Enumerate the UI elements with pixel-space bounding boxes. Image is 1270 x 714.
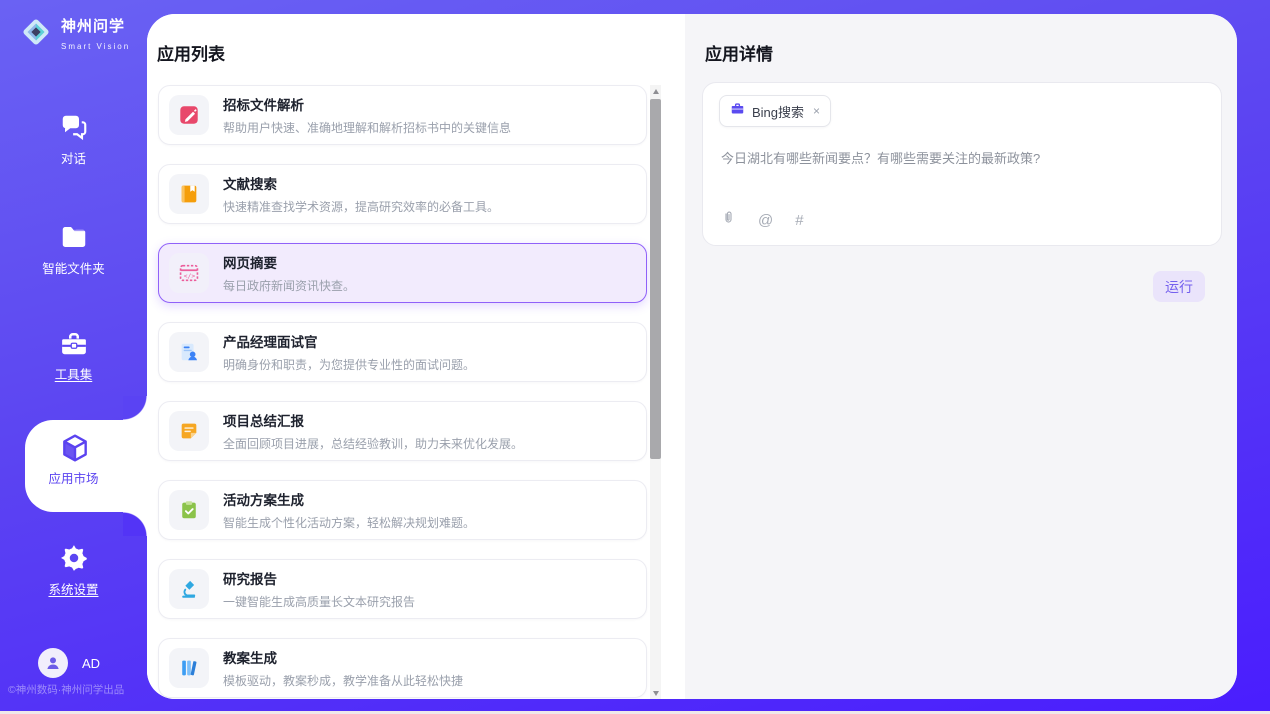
app-card-description: 一键智能生成高质量长文本研究报告 bbox=[223, 593, 415, 610]
app-card-title: 项目总结汇报 bbox=[223, 410, 523, 430]
query-composer[interactable]: Bing搜索 × 今日湖北有哪些新闻要点？有哪些需要关注的最新政策? @ # bbox=[702, 82, 1222, 246]
sidebar-item-label: 对话 bbox=[61, 152, 86, 166]
note-icon bbox=[169, 411, 209, 451]
briefcase-icon bbox=[730, 101, 745, 121]
app-list-panel: 应用列表 招标文件解析 帮助用户快速、准确地理解和解析招标书中的关键信息 bbox=[147, 14, 685, 699]
composer-toolbar: @ # bbox=[721, 209, 804, 231]
sidebar-item-label: 工具集 bbox=[55, 368, 93, 382]
app-card-description: 快速精准查找学术资源，提高研究效率的必备工具。 bbox=[223, 198, 499, 215]
app-card-title: 活动方案生成 bbox=[223, 489, 475, 509]
main-content: 应用列表 招标文件解析 帮助用户快速、准确地理解和解析招标书中的关键信息 bbox=[147, 14, 1237, 699]
sidebar-item-smart-folder[interactable]: 智能文件夹 bbox=[0, 222, 147, 278]
app-card-list: 招标文件解析 帮助用户快速、准确地理解和解析招标书中的关键信息 文献搜索 快速精… bbox=[158, 85, 647, 699]
user-avatar-icon bbox=[38, 648, 68, 678]
tool-tag-bing-search[interactable]: Bing搜索 × bbox=[719, 95, 831, 127]
footer-copyright: ©神州数码·神州问学出品 bbox=[8, 682, 124, 697]
query-input[interactable]: 今日湖北有哪些新闻要点？有哪些需要关注的最新政策? bbox=[721, 149, 1201, 169]
toolbox-icon bbox=[59, 328, 89, 358]
brand-logo: 神州问学 Smart Vision bbox=[18, 14, 130, 55]
brand-name: 神州问学 bbox=[61, 18, 125, 35]
gear-icon bbox=[59, 543, 89, 573]
app-card-description: 模板驱动，教案秒成，教学准备从此轻松快捷 bbox=[223, 672, 463, 689]
scrollbar-thumb[interactable] bbox=[650, 99, 661, 459]
sidebar-item-chat[interactable]: 对话 bbox=[0, 112, 147, 168]
app-card-title: 产品经理面试官 bbox=[223, 331, 475, 351]
sidebar: 神州问学 Smart Vision 对话 智能文件夹 bbox=[0, 0, 147, 714]
sidebar-item-label: 应用市场 bbox=[48, 472, 98, 486]
sidebar-item-label: 系统设置 bbox=[48, 583, 98, 597]
scrollbar-down-arrow[interactable] bbox=[650, 687, 661, 699]
app-card-description: 明确身份和职责，为您提供专业性的面试问题。 bbox=[223, 356, 475, 373]
sidebar-item-toolset[interactable]: 工具集 bbox=[0, 328, 147, 384]
app-list-title: 应用列表 bbox=[157, 40, 225, 65]
paperclip-icon[interactable] bbox=[721, 209, 736, 231]
brand-subtitle: Smart Vision bbox=[61, 42, 130, 51]
app-card-title: 网页摘要 bbox=[223, 252, 355, 272]
app-card-web-summary[interactable]: </> 网页摘要 每日政府新闻资讯快查。 bbox=[158, 243, 647, 303]
app-card-title: 文献搜索 bbox=[223, 173, 499, 193]
app-card-pm-interviewer[interactable]: 产品经理面试官 明确身份和职责，为您提供专业性的面试问题。 bbox=[158, 322, 647, 382]
app-card-bid-parsing[interactable]: 招标文件解析 帮助用户快速、准确地理解和解析招标书中的关键信息 bbox=[158, 85, 647, 145]
books-icon bbox=[169, 648, 209, 688]
pen-square-icon bbox=[169, 95, 209, 135]
tool-tag-close-icon[interactable]: × bbox=[813, 104, 820, 118]
at-icon[interactable]: @ bbox=[758, 212, 773, 229]
app-card-research-report[interactable]: 研究报告 一键智能生成高质量长文本研究报告 bbox=[158, 559, 647, 619]
tool-tag-label: Bing搜索 bbox=[752, 102, 804, 121]
app-detail-panel: 应用详情 Bing搜索 × 今日湖北有哪些新闻要点？有哪些需要关注的最新政策? bbox=[685, 14, 1237, 699]
diamond-logo-icon bbox=[18, 14, 54, 55]
run-button[interactable]: 运行 bbox=[1153, 271, 1205, 302]
app-card-description: 每日政府新闻资讯快查。 bbox=[223, 277, 355, 294]
user-account[interactable]: AD bbox=[38, 648, 100, 678]
sidebar-item-app-market[interactable]: 应用市场 bbox=[0, 432, 147, 488]
brand-text: 神州问学 Smart Vision bbox=[61, 15, 130, 54]
clipboard-check-icon bbox=[169, 490, 209, 530]
sidebar-item-settings[interactable]: 系统设置 bbox=[0, 543, 147, 599]
app-card-project-summary[interactable]: 项目总结汇报 全面回顾项目进展，总结经验教训，助力未来优化发展。 bbox=[158, 401, 647, 461]
app-card-description: 帮助用户快速、准确地理解和解析招标书中的关键信息 bbox=[223, 119, 511, 136]
app-card-title: 招标文件解析 bbox=[223, 94, 511, 114]
scrollbar-up-arrow[interactable] bbox=[650, 85, 661, 97]
cube-icon bbox=[59, 432, 89, 462]
sidebar-item-label: 智能文件夹 bbox=[42, 262, 105, 276]
bubble-notch-bottom bbox=[123, 512, 147, 536]
resume-person-icon bbox=[169, 332, 209, 372]
bubble-notch-top bbox=[123, 396, 147, 420]
app-card-title: 教案生成 bbox=[223, 647, 463, 667]
svg-text:</>: </> bbox=[184, 272, 196, 280]
app-card-literature-search[interactable]: 文献搜索 快速精准查找学术资源，提高研究效率的必备工具。 bbox=[158, 164, 647, 224]
app-card-title: 研究报告 bbox=[223, 568, 415, 588]
app-detail-title: 应用详情 bbox=[705, 40, 773, 65]
app-card-description: 全面回顾项目进展，总结经验教训，助力未来优化发展。 bbox=[223, 435, 523, 452]
chat-icon bbox=[59, 112, 89, 142]
hash-icon[interactable]: # bbox=[795, 212, 803, 229]
user-initials: AD bbox=[82, 656, 100, 671]
folder-icon bbox=[59, 222, 89, 252]
book-icon bbox=[169, 174, 209, 214]
list-scrollbar[interactable] bbox=[650, 85, 661, 699]
app-card-event-plan[interactable]: 活动方案生成 智能生成个性化活动方案，轻松解决规划难题。 bbox=[158, 480, 647, 540]
app-card-description: 智能生成个性化活动方案，轻松解决规划难题。 bbox=[223, 514, 475, 531]
app-card-lesson-plan[interactable]: 教案生成 模板驱动，教案秒成，教学准备从此轻松快捷 bbox=[158, 638, 647, 698]
browser-code-icon: </> bbox=[169, 253, 209, 293]
microscope-icon bbox=[169, 569, 209, 609]
